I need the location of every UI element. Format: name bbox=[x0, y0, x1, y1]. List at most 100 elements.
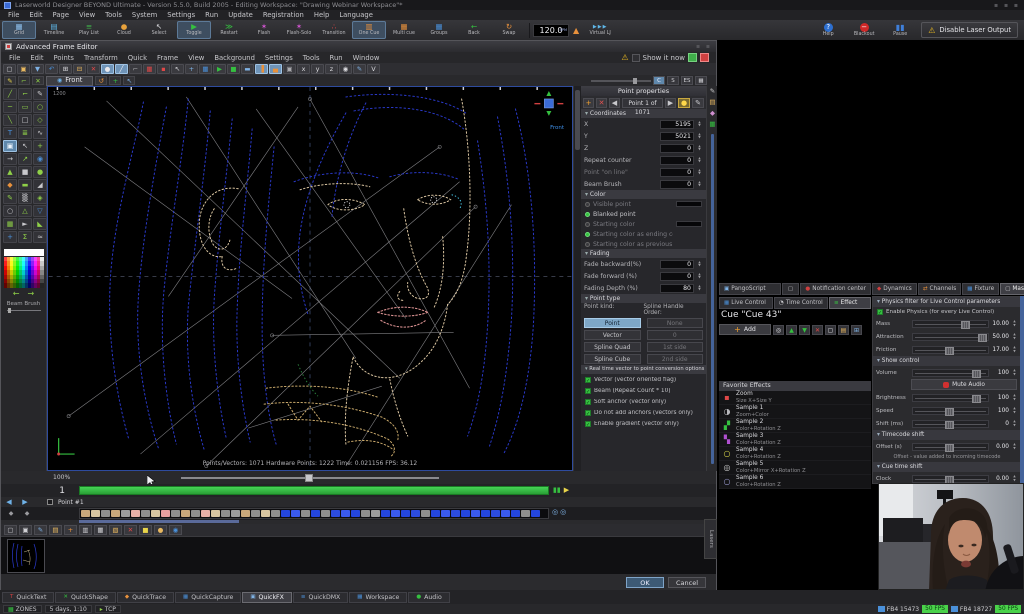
point-color-cell[interactable] bbox=[371, 510, 380, 517]
drawing-tool-icon[interactable]: ∿ bbox=[33, 127, 47, 139]
strip-left-icon[interactable]: ◆ bbox=[5, 510, 17, 517]
drawing-tool-icon[interactable]: ╲ bbox=[3, 114, 17, 126]
point-color-cell[interactable] bbox=[301, 510, 310, 517]
move-up-icon[interactable]: ▲ bbox=[786, 325, 797, 335]
radio-button[interactable] bbox=[585, 202, 590, 207]
track-next-arrow-icon[interactable]: ▶ bbox=[19, 498, 31, 506]
afe-menu-item[interactable]: Window bbox=[348, 54, 385, 62]
spinner-control[interactable] bbox=[1011, 407, 1018, 414]
menu-item[interactable]: View bbox=[74, 11, 100, 19]
drawing-tool-icon[interactable]: Σ bbox=[18, 231, 32, 243]
point-color-cell[interactable] bbox=[231, 510, 240, 517]
color-section-header[interactable]: Color bbox=[581, 190, 706, 199]
point-color-cell[interactable] bbox=[101, 510, 110, 517]
menu-item[interactable]: Settings bbox=[162, 11, 200, 19]
frame-action-icon[interactable]: ▧ bbox=[109, 525, 122, 535]
color-option-row[interactable]: Starting color as previous bbox=[581, 239, 706, 249]
afe-menu-item[interactable]: Tools bbox=[298, 54, 325, 62]
color-option-row[interactable]: Starting color bbox=[581, 219, 706, 229]
drawing-tool-icon[interactable]: + bbox=[33, 140, 47, 152]
point-color-cell[interactable] bbox=[411, 510, 420, 517]
favorite-effect-item[interactable]: ◎ Sample 5 Color+Mirror X+Rotation Z bbox=[719, 461, 871, 475]
drawing-tool-icon[interactable]: ○ bbox=[3, 205, 17, 217]
point-kind-button[interactable]: Vector bbox=[584, 330, 641, 340]
afe-menu-item[interactable]: File bbox=[4, 54, 25, 62]
point-color-cell[interactable] bbox=[391, 510, 400, 517]
quick-tab[interactable]: ◆ QuickTrace bbox=[117, 592, 174, 603]
pause-track-icon[interactable]: ▮▮ bbox=[553, 486, 561, 495]
coordinate-value-input[interactable]: 0 bbox=[660, 144, 694, 153]
conversion-option-row[interactable]: Enable gradient (vector only) bbox=[581, 418, 706, 429]
spinner-control[interactable] bbox=[1011, 333, 1018, 340]
afe-toolbar-icon[interactable]: ▄ bbox=[269, 64, 282, 74]
conversion-option-row[interactable]: Vector (vector oriented flag) bbox=[581, 374, 706, 385]
menu-item[interactable]: System bbox=[127, 11, 162, 19]
palette-color-cell[interactable] bbox=[40, 283, 43, 287]
point-color-cell[interactable] bbox=[121, 510, 130, 517]
canvas-vertical-scrollbar[interactable] bbox=[573, 86, 581, 471]
slider-handle[interactable] bbox=[978, 334, 987, 342]
afe-toolbar-icon[interactable]: ▶ bbox=[213, 64, 226, 74]
slider-handle[interactable] bbox=[945, 408, 954, 416]
favorite-effect-item[interactable]: ▚ Sample 3 Color+Rotation Z bbox=[719, 433, 871, 447]
pick-icon[interactable]: ◎ bbox=[773, 325, 784, 335]
afe-toolbar-icon[interactable]: ▼ bbox=[31, 64, 44, 74]
snap-tool-icon[interactable]: ✕ bbox=[32, 76, 44, 85]
fading-value-input[interactable]: 80 bbox=[660, 284, 694, 293]
drawing-tool-icon[interactable]: ↗ bbox=[18, 153, 32, 165]
afe-titlebar[interactable]: Advanced Frame Editor ▪ ▪ bbox=[1, 41, 716, 52]
afe-toolbar-icon[interactable]: ■ bbox=[227, 64, 240, 74]
afe-toolbar-icon[interactable]: ▣ bbox=[17, 64, 30, 74]
favorite-effect-item[interactable]: ▞ Sample 2 Color+Rotation Z bbox=[719, 419, 871, 433]
drawing-tool-icon[interactable]: ≈ bbox=[33, 231, 47, 243]
frame-action-icon[interactable]: ■ bbox=[139, 525, 152, 535]
afe-toolbar-icon[interactable]: x bbox=[297, 64, 310, 74]
favorite-effect-item[interactable]: ◑ Sample 1 Zoom+Color bbox=[719, 405, 871, 419]
conversion-option-row[interactable]: Do not add anchors (vectors only) bbox=[581, 407, 706, 418]
toolbar-button[interactable]: ✶ Flash-Solo bbox=[282, 21, 316, 39]
view-es-button[interactable]: ES bbox=[681, 76, 693, 85]
tab-live-control[interactable]: ▦ Live Control bbox=[719, 297, 773, 309]
point-color-cell[interactable] bbox=[171, 510, 180, 517]
point-color-cell[interactable] bbox=[191, 510, 200, 517]
palette-prev-arrow-icon[interactable]: ← bbox=[13, 290, 20, 298]
fading-value-input[interactable]: 0 bbox=[660, 272, 694, 281]
afe-menu-item[interactable]: Edit bbox=[25, 54, 48, 62]
color-swatch[interactable] bbox=[676, 221, 702, 227]
slider-handle[interactable] bbox=[945, 421, 954, 429]
checkbox-checked-icon[interactable] bbox=[585, 421, 591, 427]
frame-action-icon[interactable]: ▣ bbox=[19, 525, 32, 535]
toolbar-button[interactable]: ✶ Flash bbox=[247, 21, 281, 39]
spinner-control[interactable] bbox=[1011, 420, 1018, 427]
right-tab[interactable]: ▦ Fixture bbox=[962, 283, 999, 295]
ok-button[interactable]: OK bbox=[626, 577, 664, 588]
menu-item[interactable]: Tools bbox=[100, 11, 127, 19]
right-tab[interactable]: ◆ Dynamics bbox=[872, 283, 917, 295]
frame-action-icon[interactable]: ✎ bbox=[34, 525, 47, 535]
drawing-tool-icon[interactable]: ◇ bbox=[33, 114, 47, 126]
spinner-control[interactable] bbox=[696, 273, 703, 280]
right-tab[interactable]: ▢ Master bbox=[1000, 283, 1024, 295]
radio-button[interactable] bbox=[585, 232, 590, 237]
slider-track[interactable] bbox=[912, 394, 989, 402]
tab-blank[interactable]: ▢ bbox=[782, 283, 800, 295]
new-doc-icon[interactable]: ▢ bbox=[825, 325, 836, 335]
view-tab-front[interactable]: ◉ Front bbox=[46, 76, 93, 86]
blackout-button[interactable]: − Blackout bbox=[849, 23, 879, 38]
drawing-tool-icon[interactable]: ■ bbox=[18, 166, 32, 178]
move-view-icon[interactable]: + bbox=[109, 76, 121, 85]
stop-red-button[interactable] bbox=[700, 53, 709, 62]
delete-point-button[interactable]: ✕ bbox=[596, 98, 607, 108]
mute-audio-button[interactable]: Mute Audio bbox=[911, 379, 1017, 390]
zoom-in-icon[interactable]: ◎ bbox=[552, 508, 558, 516]
drawing-tool-icon[interactable]: ─ bbox=[3, 101, 17, 113]
afe-toolbar-icon[interactable]: ▐ bbox=[255, 64, 268, 74]
cue-time-shift-header[interactable]: Cue time shift bbox=[873, 462, 1021, 472]
virtual-lj-button[interactable]: ▶▶▶ Virtual LJ bbox=[583, 21, 617, 39]
clock-slider-track[interactable] bbox=[912, 475, 989, 483]
point-color-cell[interactable] bbox=[131, 510, 140, 517]
toolbar-button[interactable]: ▥ One Cue bbox=[352, 21, 386, 39]
add-point-button[interactable]: + bbox=[583, 98, 594, 108]
frame-duration-bar[interactable] bbox=[79, 486, 549, 495]
curve-tool-icon[interactable]: ⌐ bbox=[18, 76, 30, 85]
